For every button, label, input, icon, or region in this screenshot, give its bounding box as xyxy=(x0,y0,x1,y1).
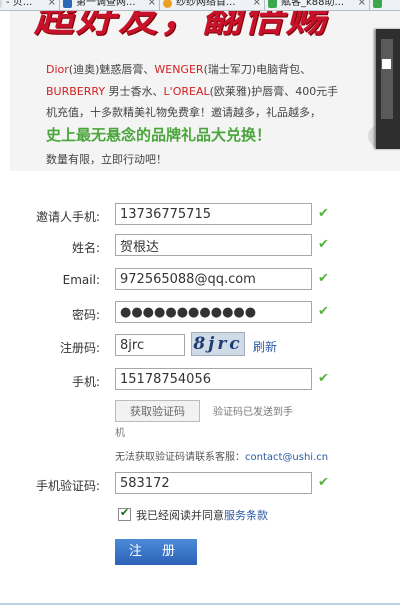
tab-favicon-icon xyxy=(373,0,382,8)
browser-tab[interactable]: - 贝... × xyxy=(0,0,60,10)
banner-slogan: 超好友，翻倍赐 xyxy=(34,11,328,41)
check-icon: ✔ xyxy=(318,475,329,490)
agree-checkbox[interactable]: ✔ xyxy=(118,506,131,521)
banner-line: 机充值，十多款精美礼物免费拿！邀请越多，礼品越多， xyxy=(46,106,321,119)
inviter-phone-input[interactable] xyxy=(115,203,312,225)
brand-text: WENGER xyxy=(154,63,204,76)
brand-text: L'OREAL xyxy=(163,85,210,98)
code-sent-note: 验证码已发送到手 xyxy=(213,407,293,418)
check-icon: ✔ xyxy=(318,271,329,286)
banner-text: (瑞士军刀)电脑背包、 xyxy=(203,63,312,76)
phone-input[interactable] xyxy=(115,368,312,390)
register-button[interactable]: 注 册 xyxy=(115,539,197,565)
help-label: 无法获取验证码请联系客服： xyxy=(115,452,245,463)
name-row: 姓名: ✔ xyxy=(0,234,400,260)
check-icon: ✔ xyxy=(318,206,329,221)
banner-highlight: 史上最无悬念的品牌礼品大兑换！ xyxy=(46,126,272,144)
name-label: 姓名: xyxy=(71,241,100,255)
banner-text: (欧莱雅)护唇膏、400元手 xyxy=(209,85,339,98)
product-image-detail xyxy=(382,59,391,69)
check-icon: ✔ xyxy=(318,237,329,252)
get-code-button[interactable]: 获取验证码 xyxy=(115,400,200,422)
product-image xyxy=(376,29,400,149)
sms-code-label: 手机验证码: xyxy=(35,479,100,493)
phone-row: 手机: ✔ xyxy=(0,368,400,394)
sms-code-input[interactable] xyxy=(115,472,312,494)
banner-text: 男士香水、 xyxy=(105,85,164,98)
password-input[interactable] xyxy=(115,301,312,323)
tab-label: 纱纱网络首... xyxy=(176,0,236,8)
close-icon[interactable]: × xyxy=(48,0,56,10)
tab-favicon-icon xyxy=(63,0,72,8)
tab-label: - 贝... xyxy=(6,0,33,8)
email-row: Email: ✔ xyxy=(0,268,400,294)
check-icon: ✔ xyxy=(318,304,329,319)
agree-text: 我已经阅读并同意 xyxy=(136,509,224,522)
banner-text: (迪奥)魅惑唇膏、 xyxy=(68,63,155,76)
check-icon: ✔ xyxy=(318,371,329,386)
product-image-detail xyxy=(381,39,393,119)
captcha-label: 注册码: xyxy=(59,341,100,355)
email-label: Email: xyxy=(62,273,100,287)
captcha-image[interactable]: 8jrc xyxy=(191,332,245,356)
brand-text: BURBERRY xyxy=(46,85,106,98)
email-input[interactable] xyxy=(115,268,312,290)
inviter-phone-row: 邀请人手机: ✔ xyxy=(0,203,400,229)
banner-line: BURBERRY 男士香水、L'OREAL(欧莱雅)护唇膏、400元手 xyxy=(46,83,338,99)
promo-banner: 超好友，翻倍赐 Dior(迪奥)魅惑唇膏、WENGER(瑞士军刀)电脑背包、 B… xyxy=(10,11,400,171)
tab-favicon-icon xyxy=(268,0,277,8)
tab-label: 赋客_k88助... xyxy=(281,0,345,8)
banner-line: Dior(迪奥)魅惑唇膏、WENGER(瑞士军刀)电脑背包、 xyxy=(46,61,311,77)
browser-tab-strip: - 贝... × 第一调查网... × 纱纱网络首... × 赋客_k88助..… xyxy=(0,0,400,11)
banner-limited-note: 数量有限，立即行动吧！ xyxy=(46,153,167,166)
bottom-divider xyxy=(0,603,400,605)
close-icon[interactable]: × xyxy=(358,0,366,10)
browser-tab[interactable]: 第一调查网... × xyxy=(60,0,160,10)
tab-label: 第一调查网... xyxy=(76,0,136,8)
help-text: 无法获取验证码请联系客服：contact@ushi.cn xyxy=(115,448,328,463)
browser-tab[interactable]: 赋客_k88助... × xyxy=(265,0,370,10)
brand-text: Dior xyxy=(46,63,69,76)
password-row: 密码: ✔ xyxy=(0,301,400,327)
agree-label: 我已经阅读并同意服务条款 xyxy=(136,507,268,523)
contact-email-link[interactable]: contact@ushi.cn xyxy=(245,452,328,463)
terms-link[interactable]: 服务条款 xyxy=(224,509,268,522)
close-icon[interactable]: × xyxy=(253,0,261,10)
checkmark-icon: ✔ xyxy=(120,506,130,519)
browser-tab[interactable]: 纱纱网络首... × xyxy=(160,0,265,10)
tab-favicon-icon xyxy=(0,0,2,8)
inviter-phone-label: 邀请人手机: xyxy=(35,210,100,224)
name-input[interactable] xyxy=(115,234,312,256)
close-icon[interactable]: × xyxy=(148,0,156,10)
tab-favicon-icon xyxy=(163,0,172,8)
captcha-input[interactable] xyxy=(115,334,185,356)
captcha-row: 注册码: 8jrc 刷新 xyxy=(0,332,400,360)
browser-tab[interactable] xyxy=(370,0,400,10)
refresh-captcha-link[interactable]: 刷新 xyxy=(253,338,277,355)
sms-code-row: 手机验证码: ✔ xyxy=(0,472,400,498)
code-sent-note: 机 xyxy=(115,428,125,439)
password-label: 密码: xyxy=(71,308,100,322)
phone-label: 手机: xyxy=(71,375,100,389)
